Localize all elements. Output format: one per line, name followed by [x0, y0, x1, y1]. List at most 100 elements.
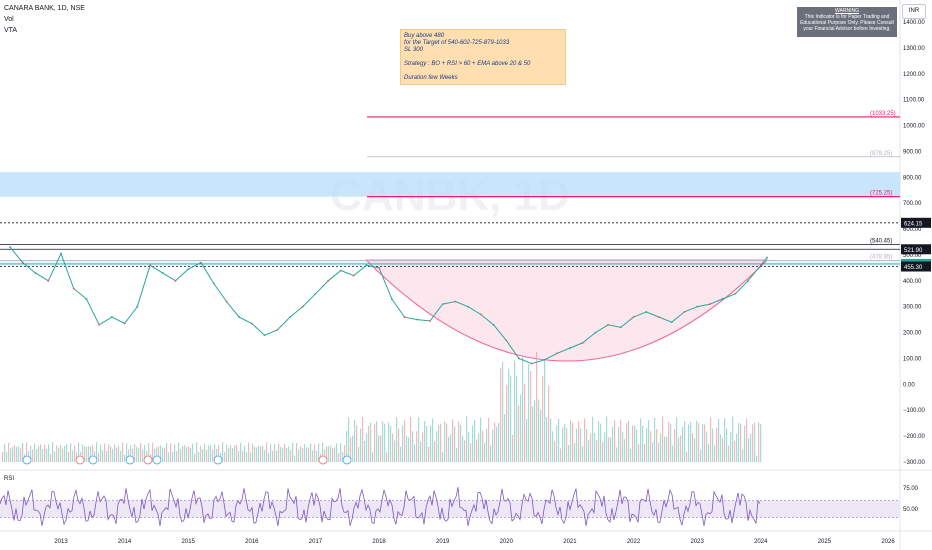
volume-bar: [678, 437, 680, 462]
volume-bar: [414, 444, 416, 462]
volume-bar: [260, 446, 262, 462]
volume-bar: [604, 432, 606, 462]
volume-bar: [68, 451, 70, 462]
volume-bar: [308, 447, 310, 462]
volume-bar: [504, 414, 506, 462]
price-point: [212, 282, 215, 285]
rsi-pane-label[interactable]: RSI: [4, 476, 14, 482]
volume-bar: [254, 446, 256, 462]
volume-bar: [692, 432, 694, 462]
volume-bar: [332, 447, 334, 462]
price-point: [238, 316, 241, 318]
volume-bar: [378, 435, 380, 462]
volume-bar: [420, 441, 422, 462]
volume-bar: [492, 429, 494, 462]
volume-bar: [46, 449, 48, 462]
price-point: [47, 279, 50, 282]
volume-bar: [484, 442, 486, 462]
volume-bar: [594, 433, 596, 462]
volume-bar: [6, 451, 8, 462]
volume-bar: [586, 429, 588, 462]
volume-bar: [366, 433, 368, 462]
volume-bar: [540, 409, 542, 462]
rsi-axis-tick: 75.00: [903, 486, 919, 492]
volume-bar: [172, 451, 174, 462]
volume-bar: [446, 423, 448, 462]
volume-bar: [400, 446, 402, 462]
volume-bar: [250, 452, 252, 462]
price-point: [276, 329, 279, 331]
price-point: [766, 256, 769, 259]
volume-bar: [726, 428, 728, 462]
volume-bar: [392, 433, 394, 462]
volume-bar: [626, 423, 628, 462]
price-point: [378, 266, 380, 269]
volume-bar: [62, 448, 64, 462]
volume-bar: [292, 442, 294, 462]
volume-bar: [590, 433, 592, 462]
volume-bar: [616, 447, 618, 462]
price-point: [327, 279, 330, 282]
event-marker-icon: [75, 455, 85, 465]
volume-bar: [258, 445, 260, 462]
volume-bar: [582, 446, 584, 462]
level-label: (879.25): [870, 151, 892, 157]
currency-button[interactable]: INR: [902, 4, 926, 19]
note-line: SL 300: [404, 47, 423, 53]
vta-indicator-label[interactable]: VTA: [4, 27, 17, 34]
volume-bar: [384, 423, 386, 462]
price-point: [289, 316, 291, 318]
volume-bar: [186, 447, 188, 462]
note-line: Buy above 480: [404, 33, 445, 39]
volume-bar: [606, 416, 608, 462]
price-point: [34, 272, 37, 274]
price-point: [9, 246, 12, 249]
event-marker-icon: [143, 455, 153, 465]
volume-bar: [442, 452, 444, 462]
volume-bar: [542, 375, 544, 462]
note-line: [404, 54, 562, 61]
volume-bar: [106, 451, 108, 462]
volume-bar: [376, 421, 378, 462]
volume-bar: [664, 436, 666, 462]
volume-bar: [330, 445, 332, 462]
volume-bar: [614, 420, 616, 462]
volume-bar: [548, 385, 550, 462]
volume-bar: [760, 424, 762, 462]
price-point: [607, 323, 609, 326]
volume-bar: [246, 451, 248, 462]
volume-bar: [478, 433, 480, 462]
volume-bar: [688, 424, 690, 462]
volume-bar: [608, 437, 610, 462]
volume-bar: [394, 440, 396, 462]
volume-bar: [270, 444, 272, 462]
time-axis-tick: 2026: [881, 539, 895, 545]
volume-bar: [652, 442, 654, 462]
volume-bar: [230, 445, 232, 462]
volume-bar: [572, 422, 574, 462]
volume-bar: [232, 448, 234, 462]
volume-bar: [252, 443, 254, 462]
volume-bar: [12, 446, 14, 462]
volume-bar: [502, 362, 504, 462]
volume-bar: [490, 445, 492, 462]
volume-bar: [72, 450, 74, 462]
price-axis-tick: 1400.00: [903, 20, 925, 26]
volume-bar: [654, 418, 656, 462]
volume-bar: [122, 442, 124, 462]
volume-bar: [514, 360, 516, 462]
volume-bar: [402, 425, 404, 462]
time-axis-tick: 2016: [245, 539, 259, 545]
price-axis-tick: 600.00: [903, 227, 922, 233]
volume-bar: [534, 400, 536, 462]
volume-bar: [662, 416, 664, 462]
level-label: (1033.25): [870, 111, 896, 117]
volume-bar: [732, 416, 734, 462]
volume-indicator-label[interactable]: Vol: [4, 16, 14, 23]
price-axis-tick: 0.00: [903, 382, 915, 388]
price-point: [416, 318, 419, 321]
note-line: for the Target of 540-602-725-879-1033: [404, 40, 510, 46]
volume-bar: [628, 420, 630, 462]
volume-bar: [462, 435, 464, 462]
volume-bar: [240, 442, 242, 462]
